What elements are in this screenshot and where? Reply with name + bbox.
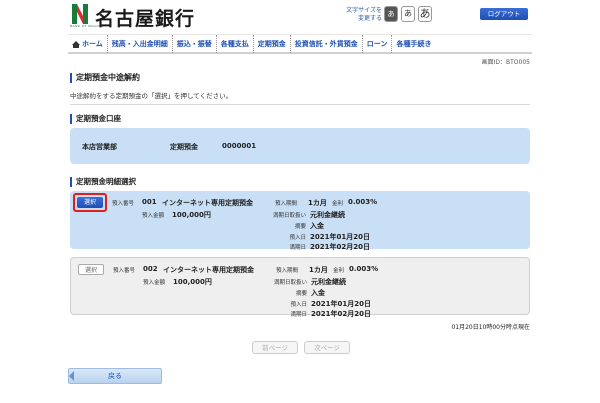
deposit-date: 2021年01月20日: [311, 300, 371, 308]
nav-item-transfer[interactable]: 振込・振替: [173, 35, 217, 53]
deposit-item: 選択 預入番号 001 インターネット専用定期預金 預入金額 100,000円 …: [70, 191, 530, 251]
maturity-date-label: 満期日: [289, 245, 306, 251]
deposit-date: 2021年01月20日: [310, 233, 370, 241]
period-label: 預入期間: [276, 268, 299, 274]
rate-label: 金利: [333, 268, 345, 274]
header: BANK OF NAGOYA 名古屋銀行 文字サイズを 変更する あ あ あ ロ…: [0, 0, 600, 34]
amount: 100,000円: [172, 211, 211, 219]
page-title: 定期預金中途解約: [70, 73, 530, 83]
logout-button[interactable]: ログアウト: [480, 8, 528, 20]
screen-id: 画面ID：BTO005: [481, 59, 530, 66]
amount-label: 預入金額: [143, 280, 166, 286]
maturity-handling: 元利金継続: [310, 211, 345, 219]
tax: 入金: [310, 222, 324, 230]
rate-label: 金利: [332, 201, 344, 207]
prev-page-button[interactable]: 前ページ: [252, 341, 298, 354]
product-name: インターネット専用定期預金: [163, 266, 254, 274]
bank-name: 名古屋銀行: [95, 8, 196, 30]
deposit-no: 002: [143, 265, 158, 273]
fontsize-medium-button[interactable]: あ: [401, 6, 415, 22]
back-arrow-icon: [69, 371, 74, 381]
next-page-button[interactable]: 次ページ: [304, 341, 350, 354]
deposit-item: 選択 預入番号 002 インターネット専用定期預金 預入金額 100,000円 …: [70, 257, 530, 318]
amount-label: 預入金額: [142, 213, 165, 219]
tax-label: 摘要: [295, 291, 307, 297]
maturity-handling-label: 満期日取扱い: [273, 280, 307, 286]
account-number: 0000001: [222, 142, 257, 150]
deposit-no-label: 預入番号: [112, 201, 135, 207]
maturity-date-label: 満期日: [290, 312, 307, 318]
tax: 入金: [311, 289, 325, 297]
fontsize-large-button[interactable]: あ: [418, 6, 432, 22]
detail-section-title: 定期預金明細選択: [70, 177, 530, 187]
nav-item-time-deposit[interactable]: 定期預金: [254, 35, 291, 53]
divider: [70, 104, 530, 105]
nav-item-loan[interactable]: ローン: [363, 35, 393, 53]
nav-item-home[interactable]: ホーム: [68, 35, 108, 53]
rate: 0.003%: [348, 198, 378, 206]
period: 1カ月: [309, 266, 328, 274]
select-button[interactable]: 選択: [78, 264, 104, 275]
deposit-no: 001: [142, 198, 157, 206]
fontsize-small-button[interactable]: あ: [384, 6, 398, 22]
back-button[interactable]: 戻る: [68, 368, 162, 384]
account-panel: 本店営業部 定期預金 0000001: [70, 128, 530, 164]
nav-item-investment[interactable]: 投資信託・外貨預金: [291, 35, 363, 53]
deposit-date-label: 預入日: [289, 235, 306, 241]
maturity-handling-label: 満期日取扱い: [272, 213, 306, 219]
bank-logo-icon: [72, 4, 88, 24]
nav-item-procedures[interactable]: 各種手続き: [392, 35, 435, 53]
tax-label: 摘要: [294, 224, 306, 230]
instructions: 中途解約をする定期預金の「選択」を押してください。: [70, 92, 233, 100]
maturity-date: 2021年02月20日: [311, 310, 371, 318]
main-nav: ホーム 残高・入出金明細 振込・振替 各種支払 定期預金 投資信託・外貨預金 ロ…: [68, 34, 532, 54]
nav-item-balance[interactable]: 残高・入出金明細: [108, 35, 173, 53]
timestamp: 01月20日10時00分時点現在: [451, 324, 530, 331]
account-section-title: 定期預金口座: [70, 114, 530, 124]
period-label: 預入期間: [275, 201, 298, 207]
period: 1カ月: [308, 199, 327, 207]
product-name: インターネット専用定期預金: [162, 199, 253, 207]
nav-home-label: ホーム: [82, 40, 103, 48]
deposit-no-label: 預入番号: [113, 268, 136, 274]
account-branch: 本店営業部: [82, 143, 117, 151]
amount: 100,000円: [173, 278, 212, 286]
nav-item-payments[interactable]: 各種支払: [217, 35, 254, 53]
home-icon: [72, 40, 80, 48]
maturity-date: 2021年02月20日: [310, 243, 370, 251]
deposit-date-label: 預入日: [290, 302, 307, 308]
maturity-handling: 元利金継続: [311, 278, 346, 286]
account-type: 定期預金: [170, 143, 198, 151]
fontsize-label: 文字サイズを 変更する: [346, 7, 382, 22]
back-button-label: 戻る: [108, 372, 122, 380]
rate: 0.003%: [349, 265, 379, 273]
select-button[interactable]: 選択: [77, 197, 103, 208]
